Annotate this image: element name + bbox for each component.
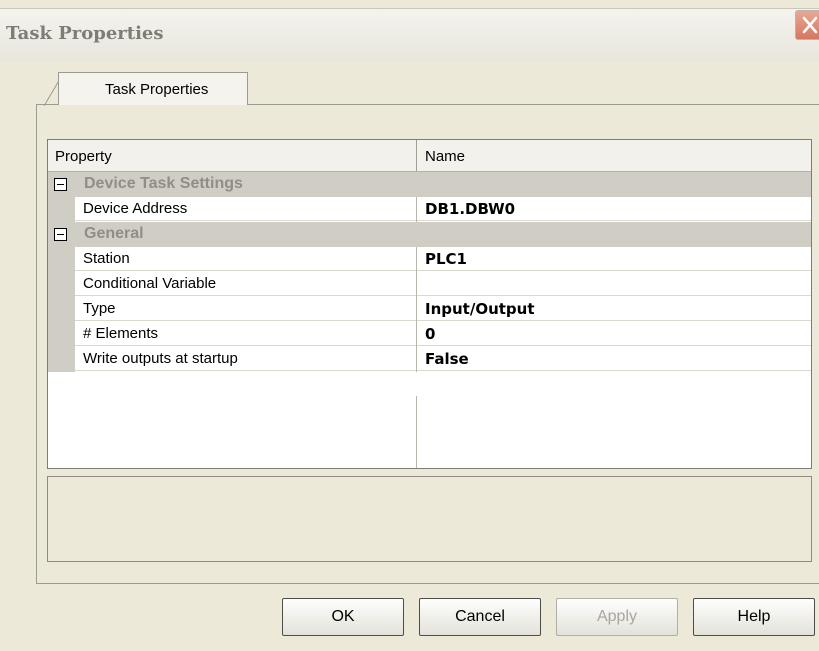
property-value[interactable]: False (417, 347, 811, 371)
property-name: Type (75, 297, 416, 321)
property-name: Station (75, 247, 416, 271)
collapse-icon[interactable] (54, 178, 67, 191)
task-properties-dialog: Task Properties Task Properties Property… (0, 0, 819, 651)
property-name: Conditional Variable (75, 272, 416, 296)
property-value[interactable]: PLC1 (417, 247, 811, 271)
property-row[interactable]: Station PLC1 (48, 247, 811, 272)
row-gutter (48, 297, 75, 322)
group-label: General (84, 225, 144, 242)
grid-header: Property Name (48, 140, 811, 172)
property-value[interactable] (417, 272, 811, 296)
description-panel (47, 476, 812, 562)
grid-empty-area (48, 396, 811, 468)
property-row[interactable]: Device Address DB1.DBW0 (48, 197, 811, 222)
window-title: Task Properties (6, 23, 164, 44)
group-device-task-settings[interactable]: Device Task Settings (48, 172, 811, 197)
column-divider[interactable] (416, 140, 417, 171)
property-row[interactable]: Write outputs at startup False (48, 347, 811, 372)
row-gutter (48, 396, 75, 468)
property-name: # Elements (75, 322, 416, 346)
column-header-property[interactable]: Property (55, 148, 112, 165)
ok-button[interactable]: OK (282, 598, 404, 636)
row-gutter (48, 197, 75, 222)
tab-label: Task Properties (105, 81, 209, 98)
cell-divider (416, 396, 417, 468)
property-value[interactable]: 0 (417, 322, 811, 346)
cancel-button[interactable]: Cancel (419, 598, 541, 636)
close-button[interactable] (795, 10, 819, 40)
group-label: Device Task Settings (84, 175, 243, 192)
row-gutter (48, 322, 75, 347)
property-grid: Property Name Device Task Settings Devic… (47, 139, 812, 469)
row-gutter (48, 247, 75, 272)
close-icon (802, 16, 818, 34)
title-bar: Task Properties (0, 8, 819, 61)
row-gutter (48, 347, 75, 372)
group-general[interactable]: General (48, 222, 811, 247)
tab-task-properties[interactable]: Task Properties (58, 72, 248, 105)
property-value[interactable]: DB1.DBW0 (417, 197, 811, 221)
property-name: Write outputs at startup (75, 347, 416, 371)
property-row[interactable]: # Elements 0 (48, 322, 811, 347)
property-value[interactable]: Input/Output (417, 297, 811, 321)
help-button[interactable]: Help (693, 598, 815, 636)
apply-button[interactable]: Apply (556, 598, 678, 636)
column-header-name[interactable]: Name (425, 148, 465, 165)
collapse-icon[interactable] (54, 228, 67, 241)
property-row[interactable]: Type Input/Output (48, 297, 811, 322)
row-gutter (48, 272, 75, 297)
property-name: Device Address (75, 197, 416, 221)
property-row[interactable]: Conditional Variable (48, 272, 811, 297)
